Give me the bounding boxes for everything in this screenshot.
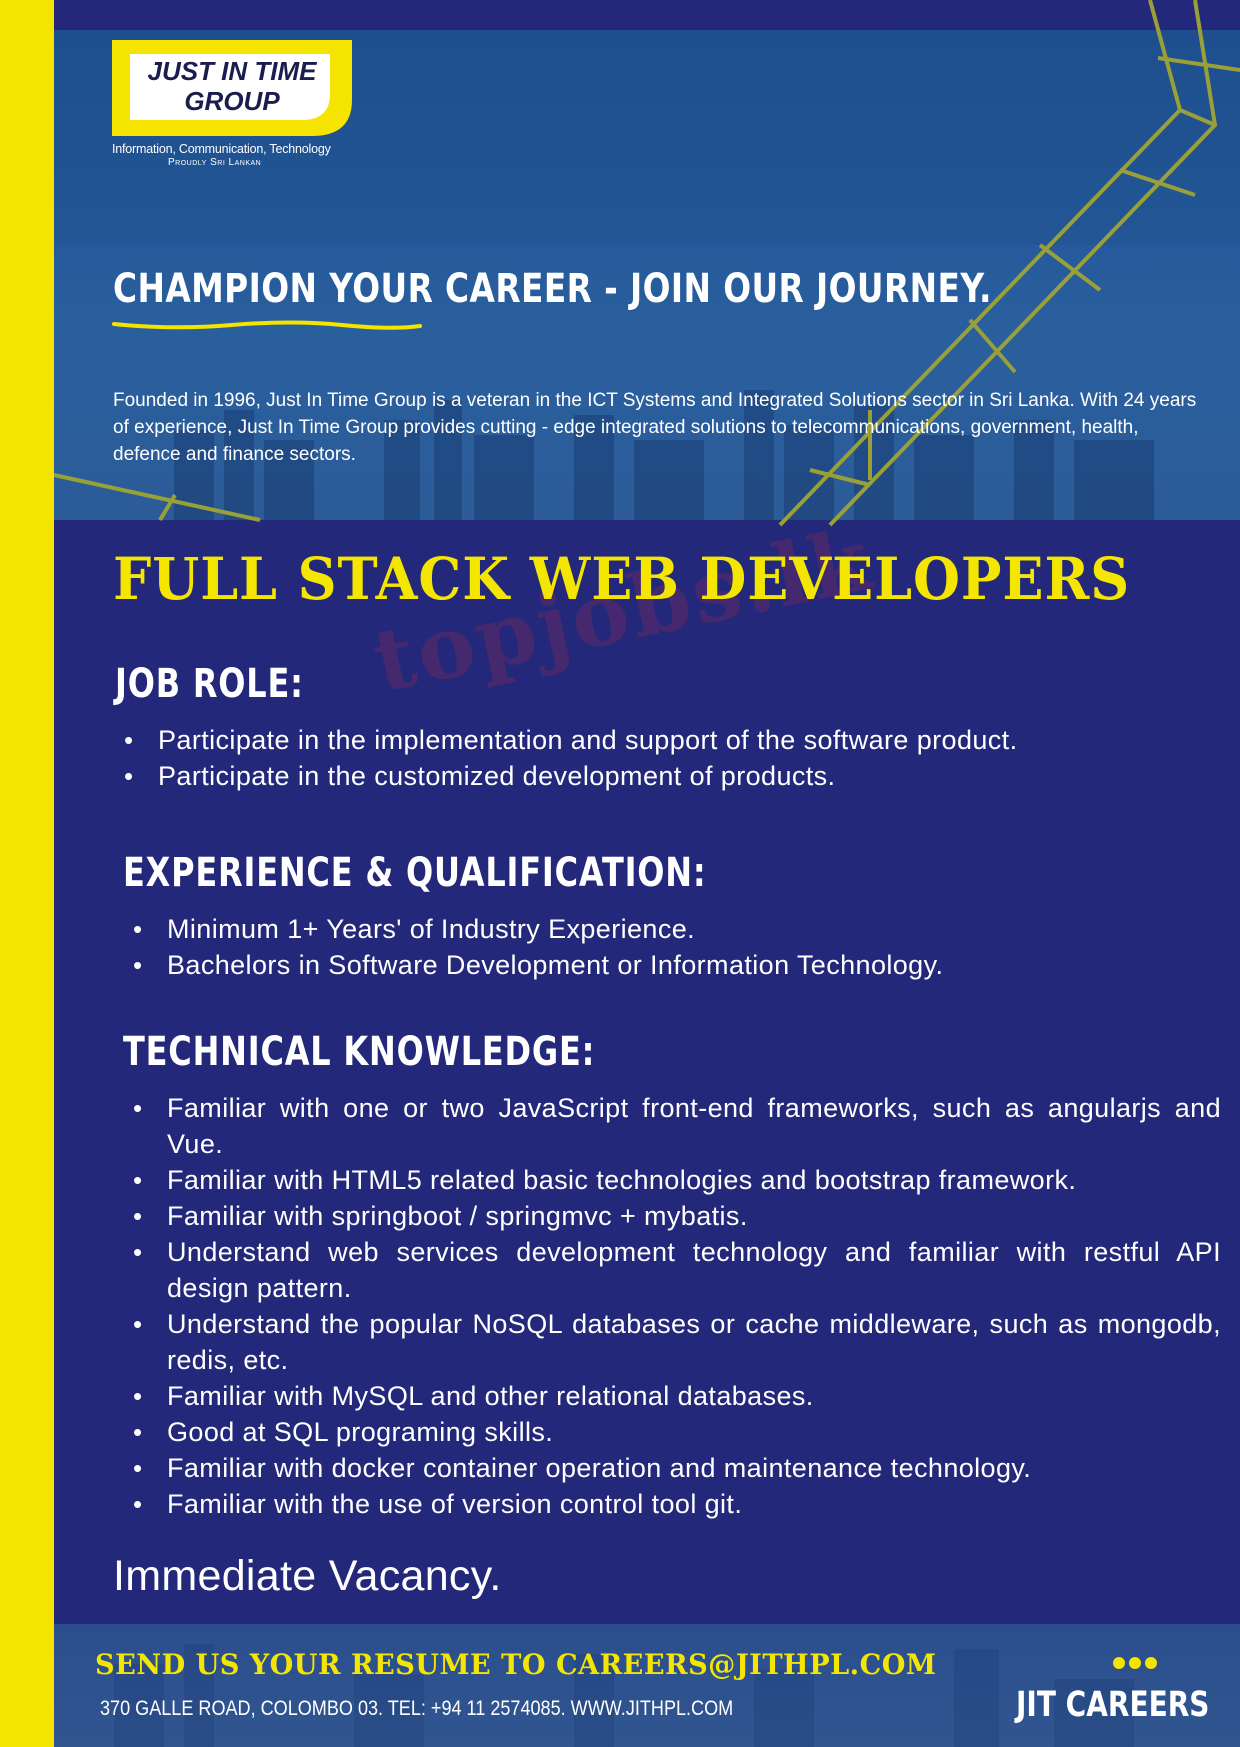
list-item: Familiar with HTML5 related basic techno… bbox=[127, 1162, 1221, 1198]
jit-careers-brand: JIT CAREERS bbox=[1016, 1685, 1210, 1725]
list-item: Familiar with docker container operation… bbox=[127, 1450, 1221, 1486]
company-intro: Founded in 1996, Just In Time Group is a… bbox=[113, 390, 1197, 465]
job-role-heading: JOB ROLE: bbox=[115, 661, 304, 707]
logo-line-1: JUST IN TIME bbox=[147, 56, 317, 86]
immediate-vacancy: Immediate Vacancy. bbox=[113, 1552, 502, 1600]
logo-tagline: Proudly Sri Lankan bbox=[168, 157, 262, 168]
technical-heading: TECHNICAL KNOWLEDGE: bbox=[123, 1029, 596, 1075]
logo-subtitle: Information, Communication, Technology bbox=[112, 142, 331, 156]
technical-list: Familiar with one or two JavaScript fron… bbox=[127, 1090, 1221, 1522]
job-poster: JUST IN TIME GROUP Information, Communic… bbox=[0, 0, 1240, 1747]
job-role-list: Participate in the implementation and su… bbox=[118, 722, 1218, 794]
logo-wordmark: JUST IN TIME GROUP bbox=[112, 56, 352, 116]
job-title: FULL STACK WEB DEVELOPERS bbox=[113, 545, 1131, 613]
hero-headline: CHAMPION YOUR CAREER - JOIN OUR JOURNEY. bbox=[113, 266, 992, 312]
dots-icon bbox=[1113, 1657, 1157, 1669]
experience-heading: EXPERIENCE & QUALIFICATION: bbox=[123, 850, 707, 896]
list-item: Good at SQL programing skills. bbox=[127, 1414, 1221, 1450]
send-resume-text: SEND US YOUR RESUME TO CAREERS@JITHPL.CO… bbox=[95, 1648, 937, 1681]
list-item: Participate in the implementation and su… bbox=[118, 722, 1218, 758]
list-item: Minimum 1+ Years' of Industry Experience… bbox=[127, 911, 1217, 947]
list-item: Understand web services development tech… bbox=[127, 1234, 1221, 1306]
experience-list: Minimum 1+ Years' of Industry Experience… bbox=[127, 911, 1217, 983]
list-item: Bachelors in Software Development or Inf… bbox=[127, 947, 1217, 983]
left-accent-bar bbox=[0, 0, 54, 1747]
contact-address: 370 GALLE ROAD, COLOMBO 03. TEL: +94 11 … bbox=[100, 1697, 734, 1720]
list-item: Understand the popular NoSQL databases o… bbox=[127, 1306, 1221, 1378]
list-item: Familiar with springboot / springmvc + m… bbox=[127, 1198, 1221, 1234]
headline-underline bbox=[112, 320, 422, 330]
list-item: Participate in the customized developmen… bbox=[118, 758, 1218, 794]
top-band bbox=[54, 0, 892, 30]
list-item: Familiar with one or two JavaScript fron… bbox=[127, 1090, 1221, 1162]
list-item: Familiar with the use of version control… bbox=[127, 1486, 1221, 1522]
list-item: Familiar with MySQL and other relational… bbox=[127, 1378, 1221, 1414]
logo-line-2: GROUP bbox=[184, 86, 280, 116]
